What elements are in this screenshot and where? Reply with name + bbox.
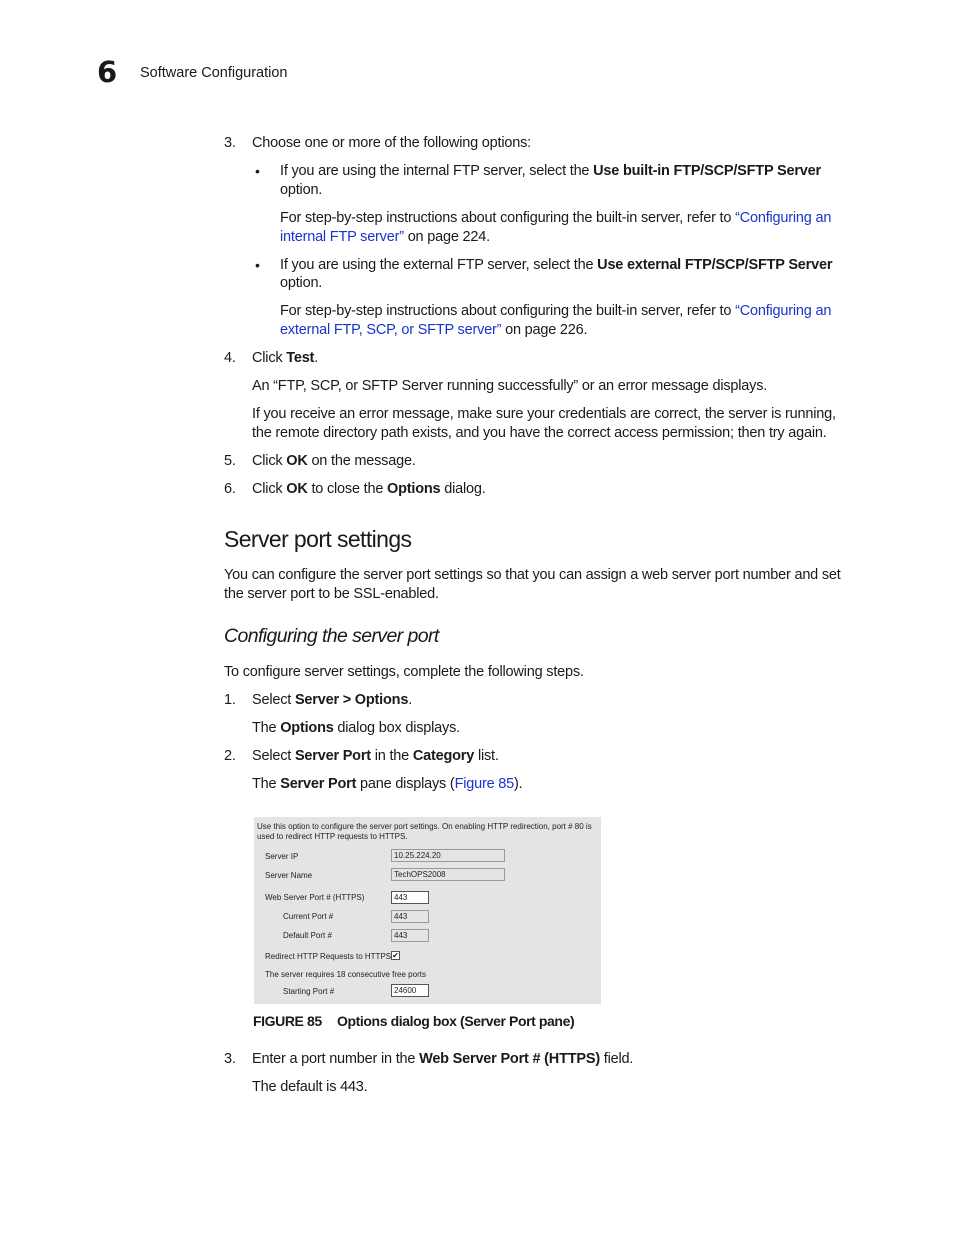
server-ip-label: Server IP [265,852,299,861]
ui-term: OK [286,481,308,497]
step-note: If you receive an error message, make su… [252,406,836,422]
ui-term: Web Server Port # (HTTPS) [419,1051,600,1067]
step-result: The default is 443. [252,1079,368,1095]
bullet-text-pre: If you are using the external FTP server… [280,257,598,273]
ui-term: Test [286,350,315,366]
step-text: Click OK to close the Options dialog. [252,480,486,499]
step-number: 4. [224,350,236,366]
current-port-label: Current Port # [283,912,334,921]
step-text: Choose one or more of the following opti… [252,135,531,151]
chapter-number: 6 [97,55,118,89]
default-port-label: Default Port # [283,931,332,940]
section-heading: Server port settings [224,526,412,552]
step-result-pre: The [252,776,281,792]
step-text-pre: Click [252,453,287,469]
ui-term: OK [286,453,308,469]
option-name: Use built-in FTP/SCP/SFTP Server [593,163,821,179]
step-text-pre: Click [252,481,287,497]
server-name-label: Server Name [265,871,313,880]
step-result: The Server Port pane displays (Figure 85… [252,775,523,794]
ui-term: Server Port [294,748,371,764]
step-text-post: on the message. [307,453,416,469]
step-number: 5. [224,453,236,469]
step-text-post: field. [599,1051,634,1067]
bullet-text-pre: If you are using the internal FTP server… [280,163,594,179]
ui-term: Options [280,720,334,736]
cross-reference-link[interactable]: external FTP, SCP, or SFTP server” [280,322,501,338]
step-text: Click OK on the message. [252,452,416,471]
current-port-field: 443 [391,910,429,923]
option-name: Use external FTP/SCP/SFTP Server [597,257,833,273]
step-text-pre: Enter a port number in the [252,1051,420,1067]
step-text-pre: Select [252,748,295,764]
bullet-text: If you are using the external FTP server… [280,256,832,275]
step-text-mid: to close the [307,481,388,497]
server-ip-field: 10.25.224.20 [391,849,505,862]
server-port-pane-screenshot: Use this option to configure the server … [254,817,601,1004]
reference-paragraph: For step-by-step instructions about conf… [280,209,831,228]
web-server-port-input[interactable]: 443 [391,891,429,904]
reference-paragraph-cont: internal FTP server” on page 224. [280,228,490,247]
step-number: 2. [224,748,236,764]
step-text-pre: Select [252,692,295,708]
page-reference: on page 226. [501,322,588,338]
ui-term: Category [412,748,475,764]
step-number: 1. [224,692,236,708]
pane-description-cont: used to redirect HTTP requests to HTTPS. [257,832,408,841]
pane-description: Use this option to configure the server … [257,822,592,831]
step-text-mid: in the [370,748,413,764]
bullet-icon: • [255,163,260,179]
reference-paragraph-cont: external FTP, SCP, or SFTP server” on pa… [280,321,588,340]
step-note-cont: the remote directory path exists, and yo… [252,425,827,441]
starting-port-label: Starting Port # [283,987,335,996]
starting-port-input[interactable]: 24600 [391,984,429,997]
figure-caption-label: FIGURE 85 [253,1013,322,1029]
step-number: 3. [224,135,236,151]
figure-link[interactable]: Figure 85 [455,776,515,792]
step-text-pre: Click [252,350,287,366]
step-text: Enter a port number in the Web Server Po… [252,1050,633,1069]
redirect-http-label: Redirect HTTP Requests to HTTPS [265,952,392,961]
subsection-heading: Configuring the server port [224,625,439,647]
step-result-post: ). [514,776,523,792]
page-reference: on page 224. [403,229,490,245]
figure-caption-text: Options dialog box (Server Port pane) [337,1013,575,1029]
ui-term: Options [387,481,441,497]
ui-term: Server Port [280,776,357,792]
step-number: 3. [224,1051,236,1067]
step-result-pre: The [252,720,281,736]
free-ports-note: The server requires 18 consecutive free … [265,970,426,979]
step-text-post: . [408,692,413,708]
reference-pre: For step-by-step instructions about conf… [280,303,736,319]
section-intro: You can configure the server port settin… [224,567,841,583]
ui-term: Server > Options [294,692,409,708]
bullet-icon: • [255,257,260,273]
bullet-text: If you are using the internal FTP server… [280,162,821,181]
step-result: An “FTP, SCP, or SFTP Server running suc… [252,378,768,394]
bullet-text-cont: option. [280,275,323,291]
reference-pre: For step-by-step instructions about conf… [280,210,736,226]
redirect-http-checkbox[interactable]: ✔ [391,951,400,960]
step-text-post: . [314,350,319,366]
procedure-lead: To configure server settings, complete t… [224,664,584,680]
cross-reference-link[interactable]: “Configuring an [735,210,831,226]
step-text: Select Server Port in the Category list. [252,747,499,766]
step-text: Select Server > Options. [252,691,412,710]
bullet-text-cont: option. [280,182,323,198]
step-result-post: dialog box displays. [333,720,460,736]
cross-reference-link[interactable]: internal FTP server” [280,229,404,245]
step-text-post: dialog. [440,481,486,497]
step-text-post: list. [474,748,499,764]
step-text: Click Test. [252,349,318,368]
step-number: 6. [224,481,236,497]
cross-reference-link[interactable]: “Configuring an [735,303,831,319]
web-server-port-label: Web Server Port # (HTTPS) [265,893,365,902]
default-port-field: 443 [391,929,429,942]
step-result-mid: pane displays ( [356,776,455,792]
reference-paragraph: For step-by-step instructions about conf… [280,302,831,321]
step-result: The Options dialog box displays. [252,719,460,738]
server-name-field: TechOPS2008 [391,868,505,881]
section-intro-cont: the server port to be SSL-enabled. [224,586,439,602]
chapter-title: Software Configuration [140,65,288,81]
